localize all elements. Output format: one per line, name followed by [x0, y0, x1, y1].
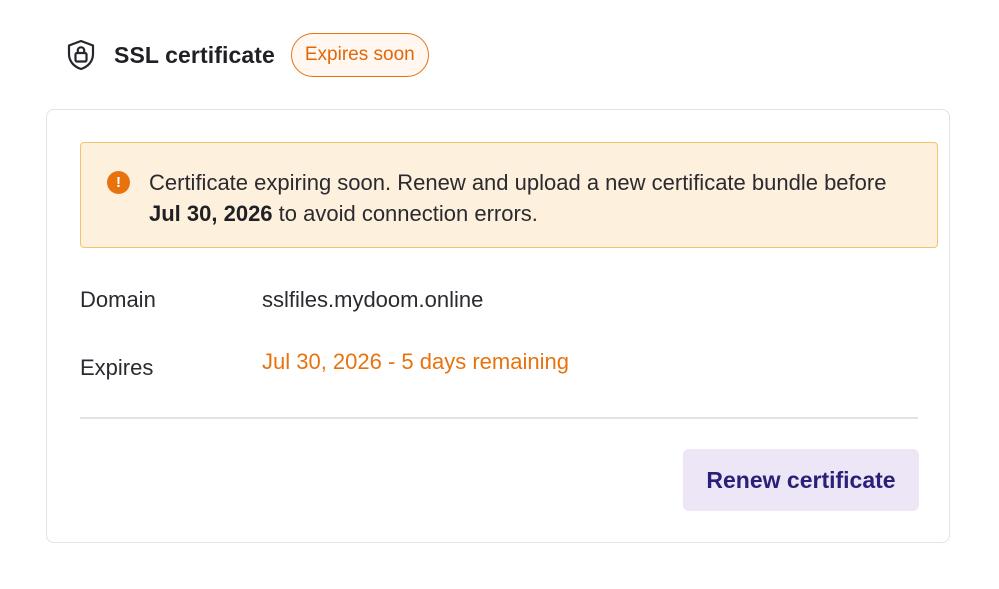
renew-certificate-button[interactable]: Renew certificate	[683, 449, 919, 511]
alert-message: Certificate expiring soon. Renew and upl…	[149, 167, 919, 229]
expires-value: Jul 30, 2026 - 5 days remaining	[262, 349, 569, 374]
alert-date: Jul 30, 2026	[149, 201, 273, 226]
exclamation-circle-icon: !	[107, 171, 130, 194]
shield-lock-icon	[62, 36, 100, 74]
domain-value: sslfiles.mydoom.online	[262, 287, 484, 312]
alert-text-after: to avoid connection errors.	[272, 201, 538, 226]
certificate-card: ! Certificate expiring soon. Renew and u…	[46, 109, 950, 543]
page-title: SSL certificate	[114, 41, 275, 68]
status-badge: Expires soon	[290, 33, 429, 77]
expires-label: Expires	[80, 355, 154, 380]
section-header: SSL certificate Expires soon	[62, 32, 429, 78]
alert-text-before: Certificate expiring soon. Renew and upl…	[149, 170, 887, 195]
domain-label: Domain	[80, 287, 156, 312]
warning-alert: ! Certificate expiring soon. Renew and u…	[80, 142, 938, 248]
divider	[80, 417, 918, 419]
